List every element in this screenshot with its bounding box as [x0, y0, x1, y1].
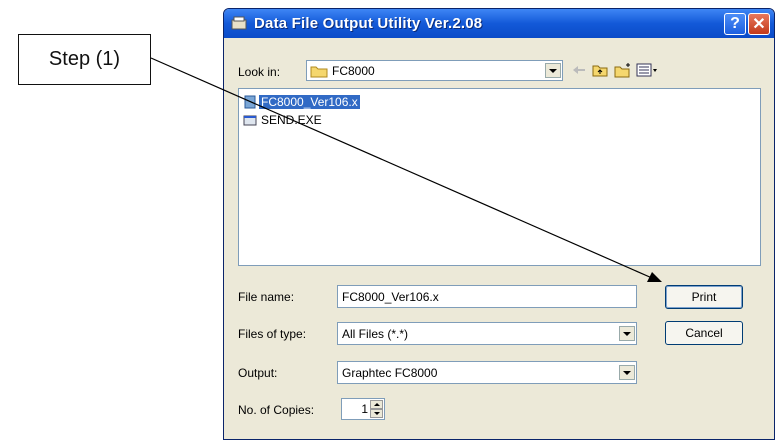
help-button[interactable]: ? [724, 13, 746, 35]
files-of-type-select[interactable]: All Files (*.*) [337, 322, 637, 345]
file-name-value: FC8000_Ver106.x [342, 289, 439, 304]
app-icon [231, 16, 247, 30]
exe-icon [243, 115, 257, 126]
look-in-select[interactable]: FC8000 [306, 60, 563, 81]
chevron-down-icon[interactable] [545, 63, 561, 78]
up-folder-icon[interactable] [592, 62, 608, 78]
look-in-label: Look in: [238, 65, 281, 79]
output-label: Output: [238, 366, 278, 380]
chevron-down-icon[interactable] [619, 326, 635, 341]
view-menu-icon[interactable] [636, 62, 658, 78]
new-folder-icon[interactable] [614, 62, 632, 78]
look-in-value: FC8000 [332, 63, 375, 78]
close-button[interactable]: ✕ [748, 13, 770, 35]
back-icon[interactable] [572, 62, 586, 78]
close-icon: ✕ [752, 16, 766, 33]
files-of-type-label: Files of type: [238, 327, 307, 341]
list-item[interactable]: FC8000_Ver106.x [243, 94, 360, 110]
copies-stepper[interactable]: 1 [341, 398, 385, 420]
file-name-input[interactable]: FC8000_Ver106.x [337, 285, 637, 308]
spin-up-icon[interactable] [370, 400, 383, 409]
file-name: SEND.EXE [261, 113, 322, 127]
cancel-button[interactable]: Cancel [665, 321, 743, 345]
spin-down-icon[interactable] [370, 409, 383, 418]
step-callout-label: Step (1) [48, 48, 121, 70]
files-of-type-value: All Files (*.*) [342, 326, 409, 341]
print-button[interactable]: Print [665, 285, 743, 309]
file-list[interactable]: FC8000_Ver106.x SEND.EXE [238, 88, 761, 266]
dialog-title: Data File Output Utility Ver.2.08 [254, 15, 483, 32]
step-callout: Step (1) [18, 34, 151, 85]
print-button-label: Print [691, 290, 717, 304]
file-name-label: File name: [238, 290, 295, 304]
file-output-dialog: Data File Output Utility Ver.2.08 ? ✕ Lo… [223, 8, 775, 440]
output-value: Graphtec FC8000 [342, 365, 438, 380]
file-icon [244, 95, 256, 109]
help-icon: ? [730, 15, 740, 32]
file-name: FC8000_Ver106.x [259, 95, 360, 109]
folder-icon [310, 66, 328, 77]
list-item[interactable]: SEND.EXE [243, 112, 324, 128]
output-select[interactable]: Graphtec FC8000 [337, 361, 637, 384]
copies-label: No. of Copies: [238, 403, 315, 417]
cancel-button-label: Cancel [685, 326, 723, 340]
title-bar: Data File Output Utility Ver.2.08 ? ✕ [224, 9, 774, 38]
copies-value: 1 [361, 402, 368, 416]
chevron-down-icon[interactable] [619, 365, 635, 380]
